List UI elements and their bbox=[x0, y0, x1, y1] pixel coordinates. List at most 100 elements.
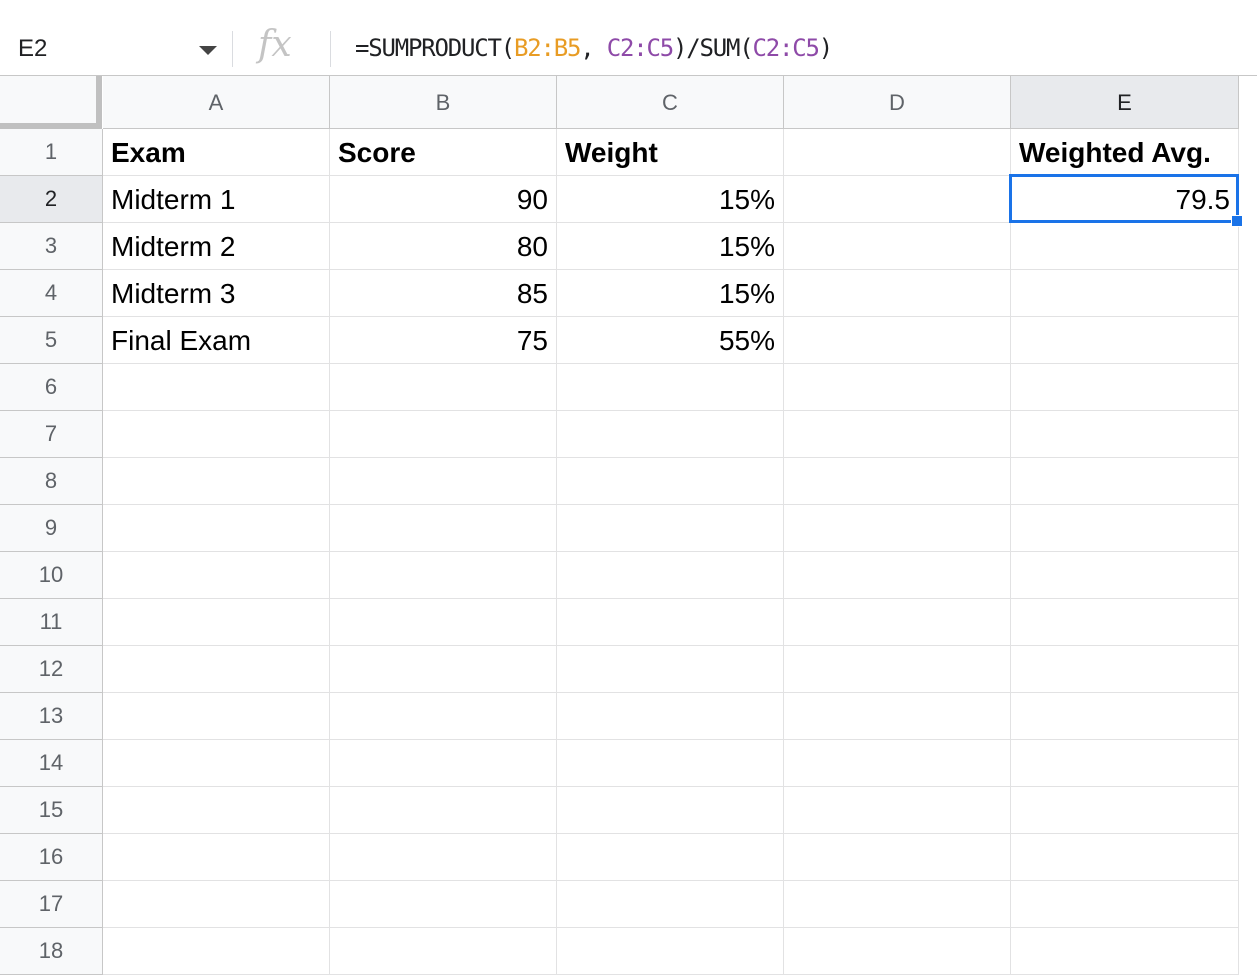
cell-a6[interactable] bbox=[103, 364, 330, 411]
cell-e3[interactable] bbox=[1011, 223, 1239, 270]
cell-b15[interactable] bbox=[330, 787, 557, 834]
cell-e7[interactable] bbox=[1011, 411, 1239, 458]
cell-b3[interactable]: 80 bbox=[330, 223, 557, 270]
cell-c16[interactable] bbox=[557, 834, 784, 881]
cell-a2[interactable]: Midterm 1 bbox=[103, 176, 330, 223]
formula-input[interactable]: =SUMPRODUCT(B2:B5, C2:C5)/SUM(C2:C5) bbox=[355, 34, 833, 62]
cell-d2[interactable] bbox=[784, 176, 1011, 223]
cell-b10[interactable] bbox=[330, 552, 557, 599]
cell-a10[interactable] bbox=[103, 552, 330, 599]
freeze-column-handle[interactable] bbox=[96, 76, 102, 129]
cell-b11[interactable] bbox=[330, 599, 557, 646]
cell-a9[interactable] bbox=[103, 505, 330, 552]
cell-c12[interactable] bbox=[557, 646, 784, 693]
column-header-b[interactable]: B bbox=[330, 76, 557, 129]
row-header-3[interactable]: 3 bbox=[0, 223, 103, 270]
cell-c13[interactable] bbox=[557, 693, 784, 740]
cell-c18[interactable] bbox=[557, 928, 784, 975]
cell-d7[interactable] bbox=[784, 411, 1011, 458]
cell-d10[interactable] bbox=[784, 552, 1011, 599]
cell-b17[interactable] bbox=[330, 881, 557, 928]
cell-a3[interactable]: Midterm 2 bbox=[103, 223, 330, 270]
cell-b7[interactable] bbox=[330, 411, 557, 458]
cell-c10[interactable] bbox=[557, 552, 784, 599]
cell-e6[interactable] bbox=[1011, 364, 1239, 411]
row-header-6[interactable]: 6 bbox=[0, 364, 103, 411]
cell-a18[interactable] bbox=[103, 928, 330, 975]
row-header-10[interactable]: 10 bbox=[0, 552, 103, 599]
cell-e13[interactable] bbox=[1011, 693, 1239, 740]
row-header-9[interactable]: 9 bbox=[0, 505, 103, 552]
cell-d14[interactable] bbox=[784, 740, 1011, 787]
cell-d17[interactable] bbox=[784, 881, 1011, 928]
cell-e18[interactable] bbox=[1011, 928, 1239, 975]
row-header-18[interactable]: 18 bbox=[0, 928, 103, 975]
cell-a7[interactable] bbox=[103, 411, 330, 458]
cell-c3[interactable]: 15% bbox=[557, 223, 784, 270]
cell-c9[interactable] bbox=[557, 505, 784, 552]
row-header-2[interactable]: 2 bbox=[0, 176, 103, 223]
cell-b16[interactable] bbox=[330, 834, 557, 881]
cell-d5[interactable] bbox=[784, 317, 1011, 364]
cell-d9[interactable] bbox=[784, 505, 1011, 552]
cell-e2[interactable]: 79.5 bbox=[1011, 176, 1239, 223]
cell-a12[interactable] bbox=[103, 646, 330, 693]
cell-d1[interactable] bbox=[784, 129, 1011, 176]
cell-a16[interactable] bbox=[103, 834, 330, 881]
cell-b4[interactable]: 85 bbox=[330, 270, 557, 317]
cell-b8[interactable] bbox=[330, 458, 557, 505]
cell-c5[interactable]: 55% bbox=[557, 317, 784, 364]
cell-b9[interactable] bbox=[330, 505, 557, 552]
cell-d11[interactable] bbox=[784, 599, 1011, 646]
cell-b5[interactable]: 75 bbox=[330, 317, 557, 364]
cell-d8[interactable] bbox=[784, 458, 1011, 505]
column-header-a[interactable]: A bbox=[103, 76, 330, 129]
cell-d15[interactable] bbox=[784, 787, 1011, 834]
cell-e17[interactable] bbox=[1011, 881, 1239, 928]
cell-c11[interactable] bbox=[557, 599, 784, 646]
cell-b2[interactable]: 90 bbox=[330, 176, 557, 223]
cell-b1[interactable]: Score bbox=[330, 129, 557, 176]
cell-b18[interactable] bbox=[330, 928, 557, 975]
cell-c2[interactable]: 15% bbox=[557, 176, 784, 223]
row-header-17[interactable]: 17 bbox=[0, 881, 103, 928]
cell-d4[interactable] bbox=[784, 270, 1011, 317]
cell-d6[interactable] bbox=[784, 364, 1011, 411]
caret-down-icon[interactable] bbox=[199, 46, 217, 55]
cell-a11[interactable] bbox=[103, 599, 330, 646]
row-header-4[interactable]: 4 bbox=[0, 270, 103, 317]
column-header-d[interactable]: D bbox=[784, 76, 1011, 129]
cell-b14[interactable] bbox=[330, 740, 557, 787]
cell-a13[interactable] bbox=[103, 693, 330, 740]
select-all-corner[interactable] bbox=[0, 76, 102, 129]
cell-e8[interactable] bbox=[1011, 458, 1239, 505]
cell-d13[interactable] bbox=[784, 693, 1011, 740]
name-box[interactable]: E2 bbox=[0, 22, 232, 75]
cell-e15[interactable] bbox=[1011, 787, 1239, 834]
column-header-e[interactable]: E bbox=[1011, 76, 1239, 129]
cell-a5[interactable]: Final Exam bbox=[103, 317, 330, 364]
fill-handle[interactable] bbox=[1231, 215, 1243, 227]
cell-b6[interactable] bbox=[330, 364, 557, 411]
row-header-14[interactable]: 14 bbox=[0, 740, 103, 787]
cell-e14[interactable] bbox=[1011, 740, 1239, 787]
cell-a8[interactable] bbox=[103, 458, 330, 505]
row-header-5[interactable]: 5 bbox=[0, 317, 103, 364]
cell-a15[interactable] bbox=[103, 787, 330, 834]
cell-c14[interactable] bbox=[557, 740, 784, 787]
cell-c7[interactable] bbox=[557, 411, 784, 458]
cell-c1[interactable]: Weight bbox=[557, 129, 784, 176]
cell-d16[interactable] bbox=[784, 834, 1011, 881]
cell-d3[interactable] bbox=[784, 223, 1011, 270]
cell-e11[interactable] bbox=[1011, 599, 1239, 646]
cell-c4[interactable]: 15% bbox=[557, 270, 784, 317]
cell-e9[interactable] bbox=[1011, 505, 1239, 552]
cell-d18[interactable] bbox=[784, 928, 1011, 975]
cell-a14[interactable] bbox=[103, 740, 330, 787]
cell-d12[interactable] bbox=[784, 646, 1011, 693]
cell-c17[interactable] bbox=[557, 881, 784, 928]
row-header-12[interactable]: 12 bbox=[0, 646, 103, 693]
cell-a1[interactable]: Exam bbox=[103, 129, 330, 176]
row-header-7[interactable]: 7 bbox=[0, 411, 103, 458]
cell-c8[interactable] bbox=[557, 458, 784, 505]
